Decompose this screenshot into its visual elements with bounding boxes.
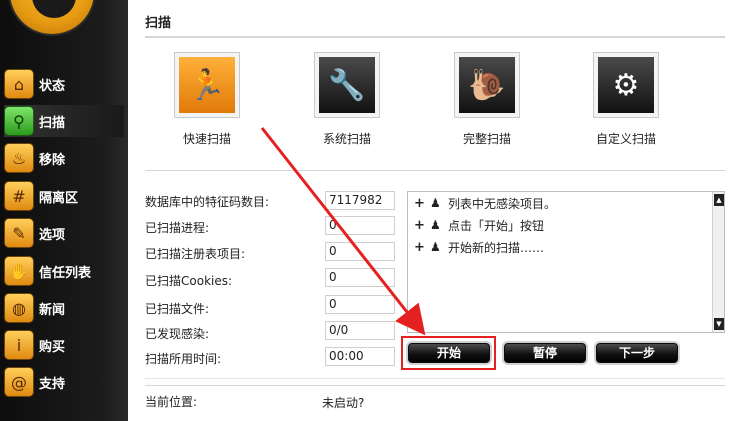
running-man-icon: 🏃 [179, 57, 235, 113]
scan-time-label: 扫描所用时间: [145, 352, 222, 366]
scan-option-label: 完整扫描 [462, 132, 511, 146]
sidebar-item-status[interactable]: ⌂ 状态 [4, 68, 124, 100]
spy-icon: ♟ [430, 196, 441, 210]
sidebar-item-label: 购买 [39, 339, 66, 355]
infections-found-label: 已发现感染: [145, 327, 210, 341]
expand-icon[interactable]: + [414, 218, 426, 233]
expand-icon[interactable]: + [414, 196, 426, 211]
quick-scan-button[interactable]: 🏃 快速扫描 [152, 52, 262, 147]
scan-log-list[interactable]: + ♟ 列表中无感染项目。 + ♟ 点击「开始」按钮 + ♟ 开始新的扫描…… … [407, 191, 725, 333]
current-location-value: 未启动? [322, 396, 365, 410]
info-icon: i [4, 330, 34, 360]
list-item[interactable]: + ♟ 开始新的扫描…… [414, 238, 544, 256]
sidebar-item-buy[interactable]: i 购买 [4, 329, 124, 361]
log-text: 列表中无感染项目。 [448, 196, 557, 211]
snail-icon: 🐌 [459, 57, 515, 113]
divider [145, 385, 725, 386]
app-logo [8, 0, 96, 36]
cookies-scanned-value: 0 [325, 268, 395, 287]
log-text: 点击「开始」按钮 [448, 218, 545, 233]
log-text: 开始新的扫描…… [448, 240, 545, 255]
sidebar-item-support[interactable]: @ 支持 [4, 366, 124, 398]
processes-scanned-label: 已扫描进程: [145, 221, 210, 235]
main-panel: 扫描 🏃 快速扫描 🔧 系统扫描 🐌 完整扫描 ⚙ 自定义扫描 数据库中的特征码… [128, 0, 731, 421]
home-icon: ⌂ [4, 69, 34, 99]
sidebar-item-label: 新闻 [39, 302, 66, 318]
pause-button[interactable]: 暂停 [504, 343, 586, 363]
wrench-icon: ✎ [4, 218, 34, 248]
current-location-label: 当前位置: [145, 395, 198, 409]
at-icon: @ [4, 367, 34, 397]
scan-option-label: 系统扫描 [322, 132, 371, 146]
divider [145, 170, 725, 171]
sidebar-item-remove[interactable]: ♨ 移除 [4, 142, 124, 174]
scan-time-value: 00:00 [325, 347, 395, 366]
expand-icon[interactable]: + [414, 240, 426, 255]
globe-icon: ◍ [4, 293, 34, 323]
spy-icon: ♟ [430, 218, 441, 232]
fire-icon: ♨ [4, 143, 34, 173]
divider [145, 378, 725, 379]
scrollbar[interactable]: ▲ ▼ [712, 192, 724, 332]
full-scan-button[interactable]: 🐌 完整扫描 [432, 52, 542, 147]
custom-scan-button[interactable]: ⚙ 自定义扫描 [571, 52, 681, 147]
list-item[interactable]: + ♟ 列表中无感染项目。 [414, 194, 556, 212]
list-item[interactable]: + ♟ 点击「开始」按钮 [414, 216, 544, 234]
scroll-down-icon[interactable]: ▼ [714, 318, 724, 330]
next-button[interactable]: 下一步 [596, 343, 678, 363]
files-scanned-value: 0 [325, 295, 395, 314]
scan-option-label: 自定义扫描 [595, 132, 656, 146]
sidebar-item-quarantine[interactable]: # 隔离区 [4, 180, 124, 212]
sidebar-item-label: 扫描 [39, 115, 66, 131]
scroll-up-icon[interactable]: ▲ [714, 194, 724, 206]
gear-icon: ⚙ [598, 57, 654, 113]
sidebar-item-scan[interactable]: ⚲ 扫描 [4, 105, 124, 137]
scan-option-label: 快速扫描 [182, 132, 231, 146]
magnifier-icon: ⚲ [4, 106, 34, 136]
cookies-scanned-label: 已扫描Cookies: [145, 274, 233, 288]
registry-scanned-label: 已扫描注册表项目: [145, 247, 246, 261]
grid-icon: # [4, 181, 34, 211]
hand-icon: ✋ [4, 256, 34, 286]
sidebar-item-label: 选项 [39, 227, 66, 243]
sidebar-item-options[interactable]: ✎ 选项 [4, 217, 124, 249]
processes-scanned-value: 0 [325, 216, 395, 235]
signature-count-label: 数据库中的特征码数目: [145, 195, 270, 209]
wrench-icon: 🔧 [319, 57, 375, 113]
sidebar-item-label: 支持 [39, 376, 66, 392]
infections-found-value: 0/0 [325, 321, 395, 340]
sidebar: ⌂ 状态 ⚲ 扫描 ♨ 移除 # 隔离区 ✎ 选项 ✋ 信任列表 ◍ 新闻 i … [0, 0, 128, 421]
sidebar-item-label: 移除 [39, 152, 66, 168]
signature-count-value: 7117982 [325, 191, 395, 210]
registry-scanned-value: 0 [325, 242, 395, 261]
system-scan-button[interactable]: 🔧 系统扫描 [292, 52, 402, 147]
start-button[interactable]: 开始 [408, 343, 490, 363]
files-scanned-label: 已扫描文件: [145, 302, 210, 316]
sidebar-item-label: 信任列表 [39, 265, 92, 281]
sidebar-item-trust-list[interactable]: ✋ 信任列表 [4, 255, 124, 287]
sidebar-item-label: 状态 [39, 78, 66, 94]
page-title: 扫描 [145, 16, 172, 31]
sidebar-item-news[interactable]: ◍ 新闻 [4, 292, 124, 324]
spy-icon: ♟ [430, 240, 441, 254]
sidebar-item-label: 隔离区 [39, 190, 79, 206]
divider [145, 36, 725, 38]
